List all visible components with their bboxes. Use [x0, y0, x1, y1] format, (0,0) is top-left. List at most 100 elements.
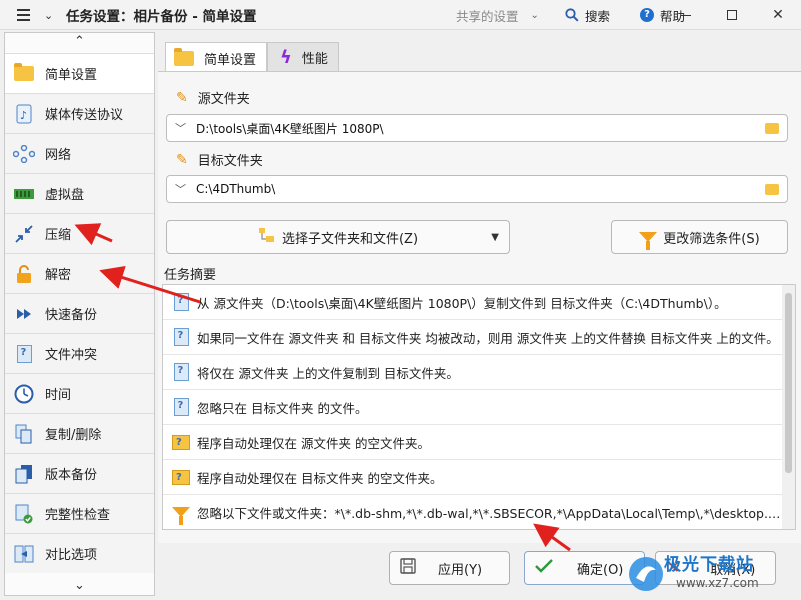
- lightning-icon: ϟ: [280, 47, 292, 68]
- sidebar-item-label: 文件冲突: [45, 348, 98, 363]
- info-doc-icon: [171, 363, 191, 381]
- lock-icon: [13, 264, 35, 284]
- tab-label: 简单设置: [204, 52, 257, 68]
- sidebar-item-label: 快速备份: [45, 308, 98, 323]
- sidebar-item-compare-options[interactable]: 对比选项: [5, 533, 154, 573]
- list-item: 忽略以下文件或文件夹：*\*.db-shm,*\*.db-wal,*\*.SBS…: [163, 495, 783, 529]
- list-item: 程序自动处理仅在 源文件夹 的空文件夹。: [163, 425, 783, 460]
- sidebar-item-decrypt[interactable]: 解密: [5, 253, 154, 293]
- tab-bar: 简单设置 ϟ 性能: [165, 42, 339, 73]
- summary-label: 任务摘要: [164, 268, 217, 283]
- sidebar-item-label: 版本备份: [45, 468, 98, 483]
- scrollbar-thumb[interactable]: [785, 293, 792, 473]
- network-icon: [13, 144, 35, 164]
- minimize-button[interactable]: [663, 0, 709, 30]
- vertical-scrollbar[interactable]: [782, 285, 795, 529]
- summary-list: 从 源文件夹（D:\tools\桌面\4K壁纸图片 1080P\）复制文件到 目…: [162, 284, 796, 530]
- folder-info-icon: [171, 434, 191, 450]
- sidebar-item-label: 解密: [45, 268, 72, 283]
- file-conflict-icon: [13, 344, 35, 364]
- ok-label: 确定(O): [577, 562, 624, 578]
- virtual-disk-icon: [13, 184, 35, 204]
- sidebar: ⌃ 简单设置 ♪ 媒体传送协议 网络 虚拟盘 压缩 解密 快速备份 文件冲突 时…: [4, 32, 155, 596]
- list-item-text: 程序自动处理仅在 目标文件夹 的空文件夹。: [197, 470, 443, 486]
- browse-folder-icon[interactable]: [765, 183, 779, 195]
- watermark-logo: 极光下载站 www.xz7.com: [620, 548, 801, 600]
- dropdown-arrow-icon: ▼: [491, 231, 499, 243]
- sidebar-item-network[interactable]: 网络: [5, 133, 154, 173]
- target-path-value[interactable]: C:\4DThumb\: [196, 182, 765, 196]
- svg-text:♪: ♪: [20, 109, 27, 122]
- chevron-down-icon[interactable]: ﹀: [175, 120, 186, 136]
- sidebar-item-time[interactable]: 时间: [5, 373, 154, 413]
- chevron-down-icon[interactable]: ⌄: [44, 0, 53, 30]
- menu-icon[interactable]: [14, 0, 32, 30]
- versions-icon: [13, 464, 35, 484]
- sidebar-item-label: 简单设置: [45, 68, 98, 83]
- chevron-down-icon: ⌄: [530, 9, 539, 21]
- sidebar-item-fast-backup[interactable]: 快速备份: [5, 293, 154, 333]
- shared-settings-menu[interactable]: 共享的设置 ⌄: [456, 0, 539, 30]
- sidebar-item-file-conflict[interactable]: 文件冲突: [5, 333, 154, 373]
- tab-label: 性能: [301, 52, 328, 67]
- change-filter-label: 更改筛选条件(S): [663, 231, 760, 247]
- help-icon: ?: [640, 8, 654, 22]
- chevron-down-icon[interactable]: ﹀: [175, 181, 186, 197]
- select-subfolders-button[interactable]: 选择子文件夹和文件(Z) ▼: [166, 220, 510, 254]
- browse-folder-icon[interactable]: [765, 122, 779, 134]
- sidebar-item-label: 媒体传送协议: [45, 108, 124, 123]
- filter-icon: [639, 232, 658, 250]
- sidebar-item-label: 复制/删除: [45, 428, 102, 443]
- sidebar-item-compress[interactable]: 压缩: [5, 213, 154, 253]
- title-bar: ⌄ 任务设置：相片备份 - 简单设置 共享的设置 ⌄ 搜索 ? 帮助 ✕: [0, 0, 801, 30]
- info-doc-icon: [171, 293, 191, 311]
- list-item-text: 忽略以下文件或文件夹：*\*.db-shm,*\*.db-wal,*\*.SBS…: [197, 505, 783, 521]
- checkmark-icon: [535, 558, 553, 578]
- close-button[interactable]: ✕: [755, 0, 801, 30]
- save-icon: [400, 557, 416, 579]
- search-icon: [565, 8, 579, 22]
- sidebar-item-label: 压缩: [45, 228, 72, 243]
- search-label: 搜索: [585, 8, 611, 24]
- apply-button[interactable]: 应用(Y): [389, 551, 510, 585]
- maximize-button[interactable]: [709, 0, 755, 30]
- tab-simple-settings[interactable]: 简单设置: [165, 42, 268, 73]
- copy-delete-icon: [13, 424, 35, 444]
- sidebar-item-label: 完整性检查: [45, 508, 111, 523]
- sidebar-item-simple-settings[interactable]: 简单设置: [5, 53, 154, 93]
- watermark-logo-icon: [629, 557, 663, 591]
- target-label-text: 目标文件夹: [197, 154, 263, 169]
- change-filter-button[interactable]: 更改筛选条件(S): [611, 220, 788, 254]
- fast-forward-icon: [13, 304, 35, 324]
- sidebar-item-versions[interactable]: 版本备份: [5, 453, 154, 493]
- tab-performance[interactable]: ϟ 性能: [267, 42, 339, 72]
- sidebar-item-copy-delete[interactable]: 复制/删除: [5, 413, 154, 453]
- source-path-field[interactable]: ﹀ D:\tools\桌面\4K壁纸图片 1080P\: [166, 114, 788, 142]
- watermark-url: www.xz7.com: [676, 576, 759, 590]
- sidebar-item-media-transfer[interactable]: ♪ 媒体传送协议: [5, 93, 154, 133]
- list-item-text: 忽略只在 目标文件夹 的文件。: [197, 400, 368, 416]
- folder-icon: [13, 63, 35, 84]
- info-doc-icon: [171, 398, 191, 416]
- folder-icon: [174, 47, 194, 66]
- sidebar-item-integrity-check[interactable]: 完整性检查: [5, 493, 154, 533]
- folder-info-icon: [171, 469, 191, 485]
- chevron-down-icon[interactable]: ⌄: [5, 577, 154, 595]
- sidebar-item-label: 对比选项: [45, 548, 98, 563]
- sidebar-item-virtual-disk[interactable]: 虚拟盘: [5, 173, 154, 213]
- chevron-up-icon[interactable]: ⌃: [5, 33, 154, 51]
- media-device-icon: ♪: [13, 104, 35, 124]
- clock-icon: [13, 384, 35, 404]
- select-subfolders-label: 选择子文件夹和文件(Z): [281, 231, 419, 247]
- source-label-text: 源文件夹: [197, 92, 250, 107]
- close-icon: ✕: [772, 7, 784, 23]
- source-path-value[interactable]: D:\tools\桌面\4K壁纸图片 1080P\: [196, 120, 765, 137]
- sidebar-item-label: 网络: [45, 148, 72, 163]
- list-item-text: 将仅在 源文件夹 上的文件复制到 目标文件夹。: [197, 365, 459, 381]
- search-button[interactable]: 搜索: [565, 0, 610, 30]
- target-path-field[interactable]: ﹀ C:\4DThumb\: [166, 175, 788, 203]
- list-item-text: 如果同一文件在 源文件夹 和 目标文件夹 均被改动，则用 源文件夹 上的文件替换…: [197, 330, 779, 346]
- target-label: ✎ 目标文件夹: [176, 150, 263, 170]
- shared-settings-label: 共享的设置: [456, 8, 519, 24]
- list-item: 如果同一文件在 源文件夹 和 目标文件夹 均被改动，则用 源文件夹 上的文件替换…: [163, 320, 783, 355]
